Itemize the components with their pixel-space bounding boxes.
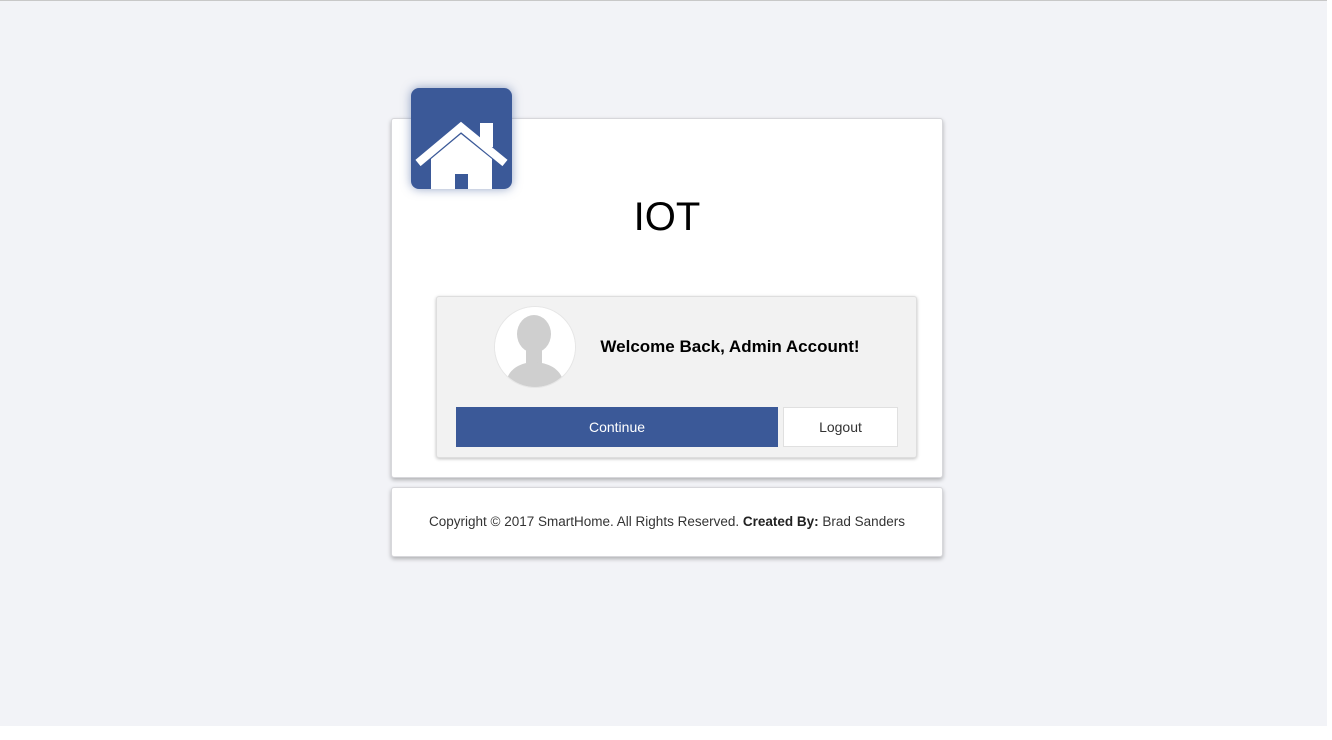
app-title: IOT	[633, 195, 701, 239]
avatar	[495, 307, 575, 387]
author-name: Brad Sanders	[822, 514, 905, 529]
created-by-label: Created By:	[742, 514, 819, 529]
copyright-text: Copyright © 2017 SmartHome. All Rights R…	[429, 514, 740, 529]
logout-button[interactable]: Logout	[783, 407, 898, 447]
footer-text: Copyright © 2017 SmartHome. All Rights R…	[391, 513, 943, 531]
user-silhouette-icon	[495, 307, 575, 387]
app-logo	[411, 88, 512, 189]
house-icon	[415, 121, 508, 189]
welcome-message: Welcome Back, Admin Account!	[600, 337, 860, 356]
continue-button[interactable]: Continue	[456, 407, 778, 447]
